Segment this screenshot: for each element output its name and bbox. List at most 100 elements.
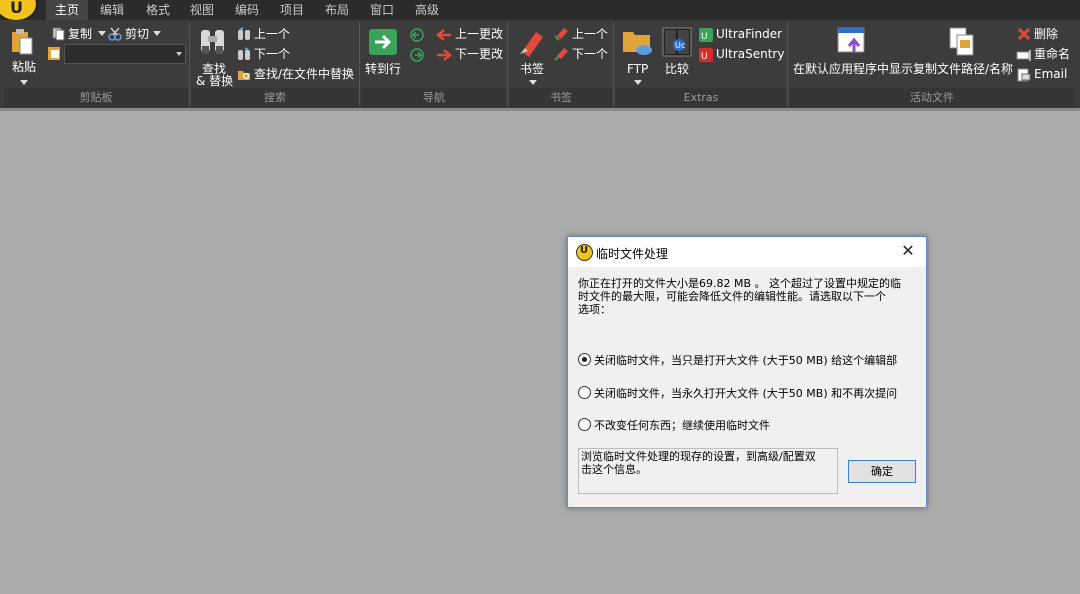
rename-icon: [1016, 47, 1032, 61]
close-icon[interactable]: ✕: [898, 241, 918, 261]
message-line: 你正在打开的文件大小是69.82 MB 。 这个超过了设置中规定的临: [578, 277, 902, 290]
bookmark-dropdown-icon[interactable]: [529, 80, 537, 85]
find-next-button[interactable]: 下一个: [254, 47, 290, 61]
find-in-files-icon: [237, 66, 251, 80]
svg-text:U: U: [701, 32, 708, 42]
goto-line-icon[interactable]: [368, 28, 398, 56]
group-divider: [613, 22, 614, 106]
cut-dropdown-icon[interactable]: [153, 31, 161, 36]
group-label-clipboard: 剪贴板: [79, 91, 113, 104]
message-line: 时文件的最大限，可能会降低文件的编辑性能。请选取以下一个: [578, 290, 886, 303]
radio-button[interactable]: [578, 386, 591, 399]
rename-button[interactable]: 重命名: [1034, 47, 1070, 61]
ultrasentry-button[interactable]: UltraSentry: [716, 47, 784, 61]
tab-view[interactable]: 视图: [180, 0, 224, 20]
ribbon-divider: [0, 108, 1080, 111]
ok-button[interactable]: 确定: [848, 460, 916, 483]
copy-icon: [52, 26, 66, 41]
clipboard-history-icon: [47, 46, 62, 61]
group-label-active-file: 活动文件: [910, 91, 954, 104]
nav-back-icon[interactable]: [410, 27, 424, 42]
dialog-message: 你正在打开的文件大小是69.82 MB 。 这个超过了设置中规定的临 时文件的最…: [578, 277, 914, 316]
menu-bar: U 主页 编辑 格式 视图 编码 项目 布局 窗口 高级: [0, 0, 1080, 22]
ultrafinder-button[interactable]: UltraFinder: [716, 27, 782, 41]
app-logo[interactable]: U: [0, 0, 38, 22]
ultrasentry-icon: U: [699, 47, 713, 62]
radio-button[interactable]: [578, 353, 591, 366]
paste-label[interactable]: 粘贴: [12, 60, 36, 74]
paste-dropdown-icon[interactable]: [20, 80, 28, 85]
copy-button[interactable]: 复制: [68, 27, 92, 41]
ftp-dropdown-icon[interactable]: [634, 80, 642, 85]
dialog-title: 临时文件处理: [596, 247, 669, 261]
cut-button[interactable]: 剪切: [125, 27, 149, 41]
nav-forward-icon[interactable]: [410, 47, 424, 62]
app-icon: U: [576, 244, 593, 261]
group-divider: [507, 22, 508, 106]
ribbon: 粘贴 复制 剪切 剪贴板 查找 & 替换 上一个 下一个 查找/在文件中替换 搜…: [0, 20, 1080, 108]
dialog-titlebar: U 临时文件处理 ✕: [568, 237, 926, 267]
group-divider: [787, 22, 788, 106]
ultrafinder-icon: U: [699, 27, 713, 42]
temp-file-dialog: U 临时文件处理 ✕ 你正在打开的文件大小是69.82 MB 。 这个超过了设置…: [567, 236, 927, 508]
tab-project[interactable]: 项目: [270, 0, 314, 20]
group-label-search: 搜索: [264, 91, 286, 104]
scissors-icon: [108, 26, 122, 41]
arrow-left-icon: [436, 27, 452, 41]
bookmark-prev-button[interactable]: 上一个: [572, 27, 608, 41]
radio-button[interactable]: [578, 418, 591, 431]
bookmark-next-icon: [554, 46, 570, 62]
tab-layout[interactable]: 布局: [315, 0, 359, 20]
find-replace-label-2[interactable]: & 替换: [196, 74, 233, 88]
compare-icon[interactable]: Uc: [662, 26, 692, 58]
tab-advanced[interactable]: 高级: [405, 0, 449, 20]
option-label[interactable]: 关闭临时文件，当只是打开大文件 (大于50 MB) 给这个编辑部: [594, 354, 897, 367]
bookmark-icon[interactable]: [518, 26, 546, 58]
ftp-icon[interactable]: [622, 26, 654, 58]
goto-line-label[interactable]: 转到行: [365, 62, 401, 76]
group-divider: [189, 22, 190, 106]
svg-text:Uc: Uc: [675, 41, 685, 50]
delete-icon: [1017, 26, 1031, 41]
option-keep-temp[interactable]: 不改变任何东西；继续使用临时文件: [578, 417, 770, 433]
copy-dropdown-icon[interactable]: [98, 31, 106, 36]
option-label[interactable]: 关闭临时文件，当永久打开大文件 (大于50 MB) 和不再次提问: [594, 387, 897, 400]
tab-home[interactable]: 主页: [46, 0, 88, 20]
bookmark-next-button[interactable]: 下一个: [572, 47, 608, 61]
paste-icon[interactable]: [10, 28, 34, 56]
option-label[interactable]: 不改变任何东西；继续使用临时文件: [594, 419, 770, 432]
clipboard-select[interactable]: [64, 44, 186, 64]
find-prev-button[interactable]: 上一个: [254, 27, 290, 41]
ftp-label[interactable]: FTP: [627, 62, 648, 76]
show-in-default-app-button[interactable]: 在默认应用程序中显示: [793, 62, 913, 76]
info-line: 浏览临时文件处理的现存的设置，到高级/配置双: [581, 450, 816, 463]
chevron-down-icon: [176, 52, 182, 56]
compare-label[interactable]: 比较: [665, 62, 689, 76]
tab-encoding[interactable]: 编码: [225, 0, 269, 20]
option-close-temp-always[interactable]: 关闭临时文件，当永久打开大文件 (大于50 MB) 和不再次提问: [578, 385, 897, 401]
group-divider: [359, 22, 360, 106]
group-label-navigation: 导航: [423, 91, 445, 104]
group-label-extras: Extras: [683, 91, 719, 104]
bookmark-prev-icon: [554, 26, 570, 42]
tab-edit[interactable]: 编辑: [90, 0, 134, 20]
find-prev-icon: [237, 26, 251, 40]
tab-window[interactable]: 窗口: [360, 0, 404, 20]
option-close-temp-once[interactable]: 关闭临时文件，当只是打开大文件 (大于50 MB) 给这个编辑部: [578, 352, 897, 368]
bookmark-label[interactable]: 书签: [520, 62, 544, 76]
next-change-button[interactable]: 下一更改: [455, 47, 503, 61]
prev-change-button[interactable]: 上一更改: [455, 27, 503, 41]
info-line: 击这个信息。: [581, 463, 647, 476]
show-in-default-app-icon[interactable]: [836, 26, 868, 56]
binoculars-icon[interactable]: [198, 26, 228, 58]
email-button[interactable]: Email: [1034, 67, 1067, 81]
copy-path-icon[interactable]: [948, 26, 976, 58]
message-line: 选项：: [578, 303, 611, 316]
tab-format[interactable]: 格式: [136, 0, 180, 20]
email-icon: [1017, 67, 1031, 82]
find-in-files-button[interactable]: 查找/在文件中替换: [254, 67, 354, 81]
delete-button[interactable]: 删除: [1034, 27, 1058, 41]
settings-info-box[interactable]: 浏览临时文件处理的现存的设置，到高级/配置双 击这个信息。: [578, 448, 838, 494]
find-next-icon: [237, 46, 251, 60]
copy-path-button[interactable]: 复制文件路径/名称: [913, 62, 1013, 76]
